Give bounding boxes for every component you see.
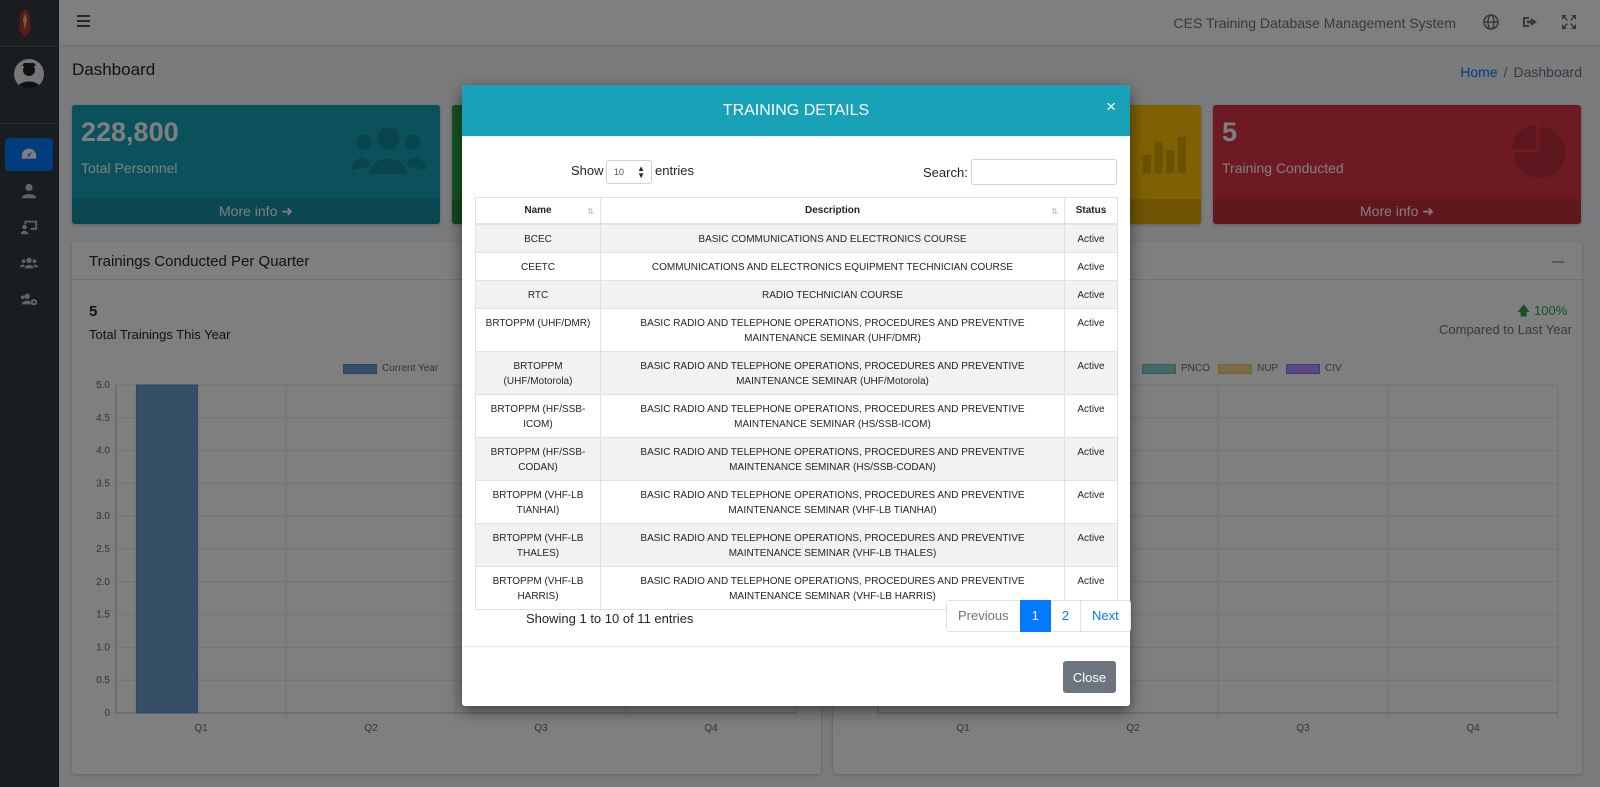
cell-name: BCEC: [475, 223, 601, 253]
cell-status: Active: [1064, 393, 1118, 438]
training-details-table: Name ⇅ Description ⇅ Status BCEC BASIC COMM…: [475, 197, 1118, 610]
pagination-page-1[interactable]: 1: [1019, 600, 1051, 632]
column-header-status[interactable]: Status: [1064, 197, 1118, 225]
cell-status: Active: [1064, 350, 1118, 395]
modal-footer: Close: [462, 646, 1130, 706]
table-row[interactable]: CEETC COMMUNICATIONS AND ELECTRONICS EQUI…: [475, 251, 1118, 281]
pagination-next[interactable]: Next: [1080, 600, 1131, 632]
cell-description: BASIC RADIO AND TELEPHONE OPERATIONS, PR…: [600, 350, 1065, 395]
table-row[interactable]: BCEC BASIC COMMUNICATIONS AND ELECTRONICS…: [475, 223, 1118, 253]
table-info: Showing 1 to 10 of 11 entries: [526, 611, 694, 626]
page-length-select[interactable]: 10 ▲ ▼: [606, 160, 652, 184]
cell-name: BRTOPPM (HF/SSB-ICOM): [475, 393, 601, 438]
sort-icon: ⇅: [587, 207, 594, 216]
cell-status: Active: [1064, 522, 1118, 567]
cell-status: Active: [1064, 279, 1118, 309]
search-label: Search:: [923, 165, 968, 180]
pagination-page-2[interactable]: 2: [1049, 600, 1082, 632]
table-row[interactable]: BRTOPPM (HF/SSB-CODAN) BASIC RADIO AND TE…: [475, 436, 1118, 481]
modal-title: TRAINING DETAILS: [722, 102, 870, 119]
cell-name: BRTOPPM (VHF-LB HARRIS): [475, 565, 601, 610]
close-button[interactable]: Close: [1063, 661, 1116, 693]
close-icon[interactable]: ×: [1106, 98, 1116, 116]
table-row[interactable]: BRTOPPM (VHF-LB TIANHAI) BASIC RADIO AND …: [475, 479, 1118, 524]
table-row[interactable]: BRTOPPM (VHF-LB THALES) BASIC RADIO AND T…: [475, 522, 1118, 567]
select-caret-icon: ▲ ▼: [637, 164, 645, 180]
cell-description: COMMUNICATIONS AND ELECTRONICS EQUIPMENT…: [600, 251, 1065, 281]
cell-status: Active: [1064, 223, 1118, 253]
cell-name: BRTOPPM (VHF-LB THALES): [475, 522, 601, 567]
cell-name: CEETC: [475, 251, 601, 281]
search-input[interactable]: [971, 159, 1117, 185]
cell-name: BRTOPPM (HF/SSB-CODAN): [475, 436, 601, 481]
cell-description: BASIC COMMUNICATIONS AND ELECTRONICS COU…: [600, 223, 1065, 253]
modal-header: TRAINING DETAILS ×: [462, 85, 1130, 136]
cell-description: BASIC RADIO AND TELEPHONE OPERATIONS, PR…: [600, 307, 1065, 352]
cell-description: BASIC RADIO AND TELEPHONE OPERATIONS, PR…: [600, 393, 1065, 438]
table-header-row: Name ⇅ Description ⇅ Status: [475, 197, 1118, 225]
cell-status: Active: [1064, 251, 1118, 281]
table-row[interactable]: BRTOPPM (UHF/Motorola) BASIC RADIO AND TE…: [475, 350, 1118, 395]
cell-name: BRTOPPM (UHF/DMR): [475, 307, 601, 352]
cell-description: BASIC RADIO AND TELEPHONE OPERATIONS, PR…: [600, 436, 1065, 481]
table-row[interactable]: BRTOPPM (UHF/DMR) BASIC RADIO AND TELEPHO…: [475, 307, 1118, 352]
cell-status: Active: [1064, 436, 1118, 481]
show-label: Show: [571, 163, 604, 178]
cell-name: RTC: [475, 279, 601, 309]
cell-status: Active: [1064, 479, 1118, 524]
pagination-previous[interactable]: Previous: [946, 600, 1021, 632]
cell-name: BRTOPPM (VHF-LB TIANHAI): [475, 479, 601, 524]
column-header-description[interactable]: Description ⇅: [600, 197, 1065, 225]
cell-status: Active: [1064, 307, 1118, 352]
column-header-name[interactable]: Name ⇅: [475, 197, 601, 225]
cell-description: BASIC RADIO AND TELEPHONE OPERATIONS, PR…: [600, 522, 1065, 567]
cell-description: BASIC RADIO AND TELEPHONE OPERATIONS, PR…: [600, 479, 1065, 524]
entries-label: entries: [655, 163, 695, 178]
table-row[interactable]: BRTOPPM (HF/SSB-ICOM) BASIC RADIO AND TEL…: [475, 393, 1118, 438]
sort-icon: ⇅: [1051, 207, 1058, 216]
cell-description: RADIO TECHNICIAN COURSE: [600, 279, 1065, 309]
cell-name: BRTOPPM (UHF/Motorola): [475, 350, 601, 395]
pagination: Previous 1 2 Next: [946, 600, 1131, 632]
table-row[interactable]: RTC RADIO TECHNICIAN COURSE Active: [475, 279, 1118, 309]
